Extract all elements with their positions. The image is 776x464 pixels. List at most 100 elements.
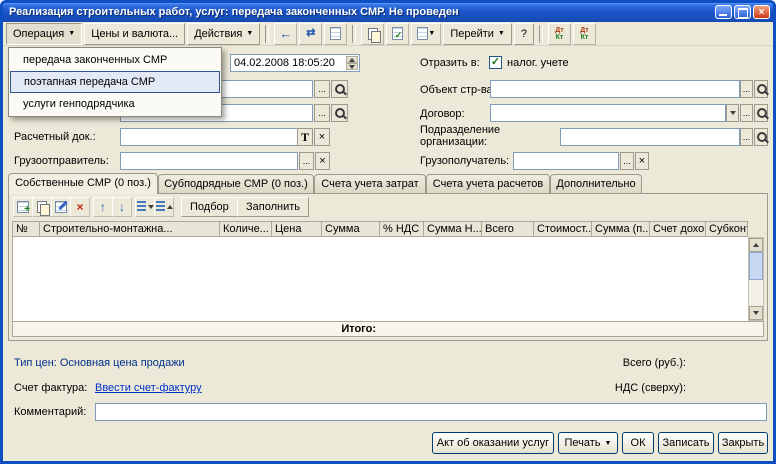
post-document-icon[interactable]: ✓ [386,23,409,45]
consignor-clear-button[interactable]: × [315,152,330,170]
obscured-field-2-open-button[interactable] [331,104,348,122]
menu-item-staged-smr[interactable]: поэтапная передача СМР [10,71,220,93]
move-down-icon[interactable]: ↓ [112,197,132,217]
go-to-button[interactable]: Перейти ▼ [443,23,512,45]
consignee-field[interactable] [513,152,619,170]
price-type-text[interactable]: Тип цен: Основная цена продажи [14,357,185,369]
total-rub-label: Всего (руб.): [608,357,686,369]
fill-button[interactable]: Заполнить [237,197,309,217]
settlement-doc-clear-button[interactable]: × [314,128,330,146]
totals-row: Итого: [12,321,764,337]
tab-settlement-accounts[interactable]: Счета учета расчетов [426,174,550,194]
act-of-services-button[interactable]: Акт об оказании услуг [432,432,554,454]
enter-invoice-link[interactable]: Ввести счет-фактуру [95,382,202,394]
sort-ascending-icon[interactable] [135,197,155,217]
title-bar[interactable]: Реализация строительных работ, услуг: пе… [3,3,773,22]
consignee-clear-button[interactable]: × [635,152,649,170]
contract-dropdown-button[interactable] [726,104,739,122]
division-open-button[interactable] [754,128,768,146]
magnifier-icon [755,130,767,144]
construction-object-field[interactable] [490,80,740,98]
tax-accounting-checkbox[interactable]: ✓ [489,56,502,69]
chevron-down-icon: ▼ [68,30,75,37]
document-window: Реализация строительных работ, услуг: пе… [0,0,776,464]
obscured-field-1-select-button[interactable]: ... [314,80,330,98]
prices-currency-label: Цены и валюта... [91,28,178,40]
postings-report-dtkt-icon[interactable]: Дт Кт [573,23,596,45]
nav-back-icon[interactable]: ← [274,23,297,45]
edit-row-icon[interactable] [51,197,71,217]
save-button[interactable]: Записать [658,432,714,454]
spin-down-icon[interactable] [346,63,358,70]
tab-own-smr[interactable]: Собственные СМР (0 поз.) [8,173,158,194]
spin-up-icon[interactable] [346,56,358,63]
settlement-doc-text-button[interactable]: Т [297,128,313,146]
actions-button[interactable]: Действия ▼ [187,23,260,45]
contract-label: Договор: [420,108,465,120]
operation-button[interactable]: Операция ▼ [6,23,82,45]
contract-select-button[interactable]: ... [740,104,753,122]
division-field[interactable] [560,128,740,146]
date-value: 04.02.2008 18:05:20 [234,57,335,69]
tab-cost-accounts[interactable]: Счета учета затрат [314,174,426,194]
scrollbar-thumb[interactable] [749,252,763,280]
print-button[interactable]: Печать ▼ [558,432,618,454]
main-toolbar: Операция ▼ Цены и валюта... Действия ▼ ←… [3,22,773,46]
construction-object-open-button[interactable] [754,80,768,98]
toolbar-separator [265,25,269,43]
settlement-doc-label: Расчетный док.: [14,131,96,143]
scroll-up-icon[interactable] [749,238,763,252]
maximize-button[interactable] [734,5,751,19]
column-header: Сумма (п... [592,221,650,237]
chevron-down-icon: ▼ [428,30,435,37]
comment-input[interactable] [95,403,767,421]
contract-open-button[interactable] [754,104,768,122]
delete-row-icon[interactable]: × [70,197,90,217]
consignor-select-button[interactable]: ... [299,152,314,170]
table-header: № Строительно-монтажна... Количе... Цена… [12,221,748,237]
refresh-icon[interactable]: ⇄ [299,23,322,45]
toolbar-separator [352,25,356,43]
postings-dtkt-icon[interactable]: Дт Кт [548,23,571,45]
menu-item-completed-smr[interactable]: передача законченных СМР [10,49,220,71]
add-row-icon[interactable]: + [13,197,33,217]
contract-field[interactable] [490,104,726,122]
ok-button[interactable]: ОК [622,432,654,454]
copy-row-icon[interactable] [32,197,52,217]
sort-descending-icon[interactable] [154,197,174,217]
table-body[interactable] [12,237,748,321]
pick-button[interactable]: Подбор [181,197,238,217]
settlement-doc-field[interactable] [120,128,298,146]
column-header: № [12,221,40,237]
obscured-field-2-select-button[interactable]: ... [314,104,330,122]
division-label-line1: Подразделение [420,124,500,136]
minimize-button[interactable] [715,5,732,19]
division-select-button[interactable]: ... [740,128,753,146]
construction-object-select-button[interactable]: ... [740,80,753,98]
move-up-icon[interactable]: ↑ [93,197,113,217]
obscured-field-1-open-button[interactable] [331,80,348,98]
help-button[interactable]: ? [514,23,534,45]
operation-button-label: Операция [13,28,64,40]
date-field[interactable]: 04.02.2008 18:05:20 [230,54,360,72]
consignor-field[interactable] [120,152,298,170]
tab-additional[interactable]: Дополнительно [550,174,642,194]
consignee-select-button[interactable]: ... [620,152,634,170]
vat-label: НДС (сверху): [608,382,686,394]
copy-document-icon[interactable] [361,23,384,45]
column-header: Цена [272,221,322,237]
document-structure-icon[interactable] [324,23,347,45]
scroll-down-icon[interactable] [749,306,763,320]
tab-subcontract-smr[interactable]: Субподрядные СМР (0 поз.) [158,174,314,194]
prices-currency-button[interactable]: Цены и валюта... [84,23,185,45]
magnifier-icon [333,82,347,96]
output-document-icon[interactable]: ▼ [411,23,441,45]
close-window-button[interactable]: Закрыть [718,432,768,454]
close-button[interactable]: × [753,5,770,19]
menu-item-general-contractor[interactable]: услуги генподрядчика [10,93,220,115]
magnifier-icon [755,106,767,120]
vertical-scrollbar[interactable] [748,237,764,321]
column-header: Субконто... [706,221,748,237]
totals-label: Итого: [318,323,376,335]
checkmark-icon: ✓ [491,57,500,68]
